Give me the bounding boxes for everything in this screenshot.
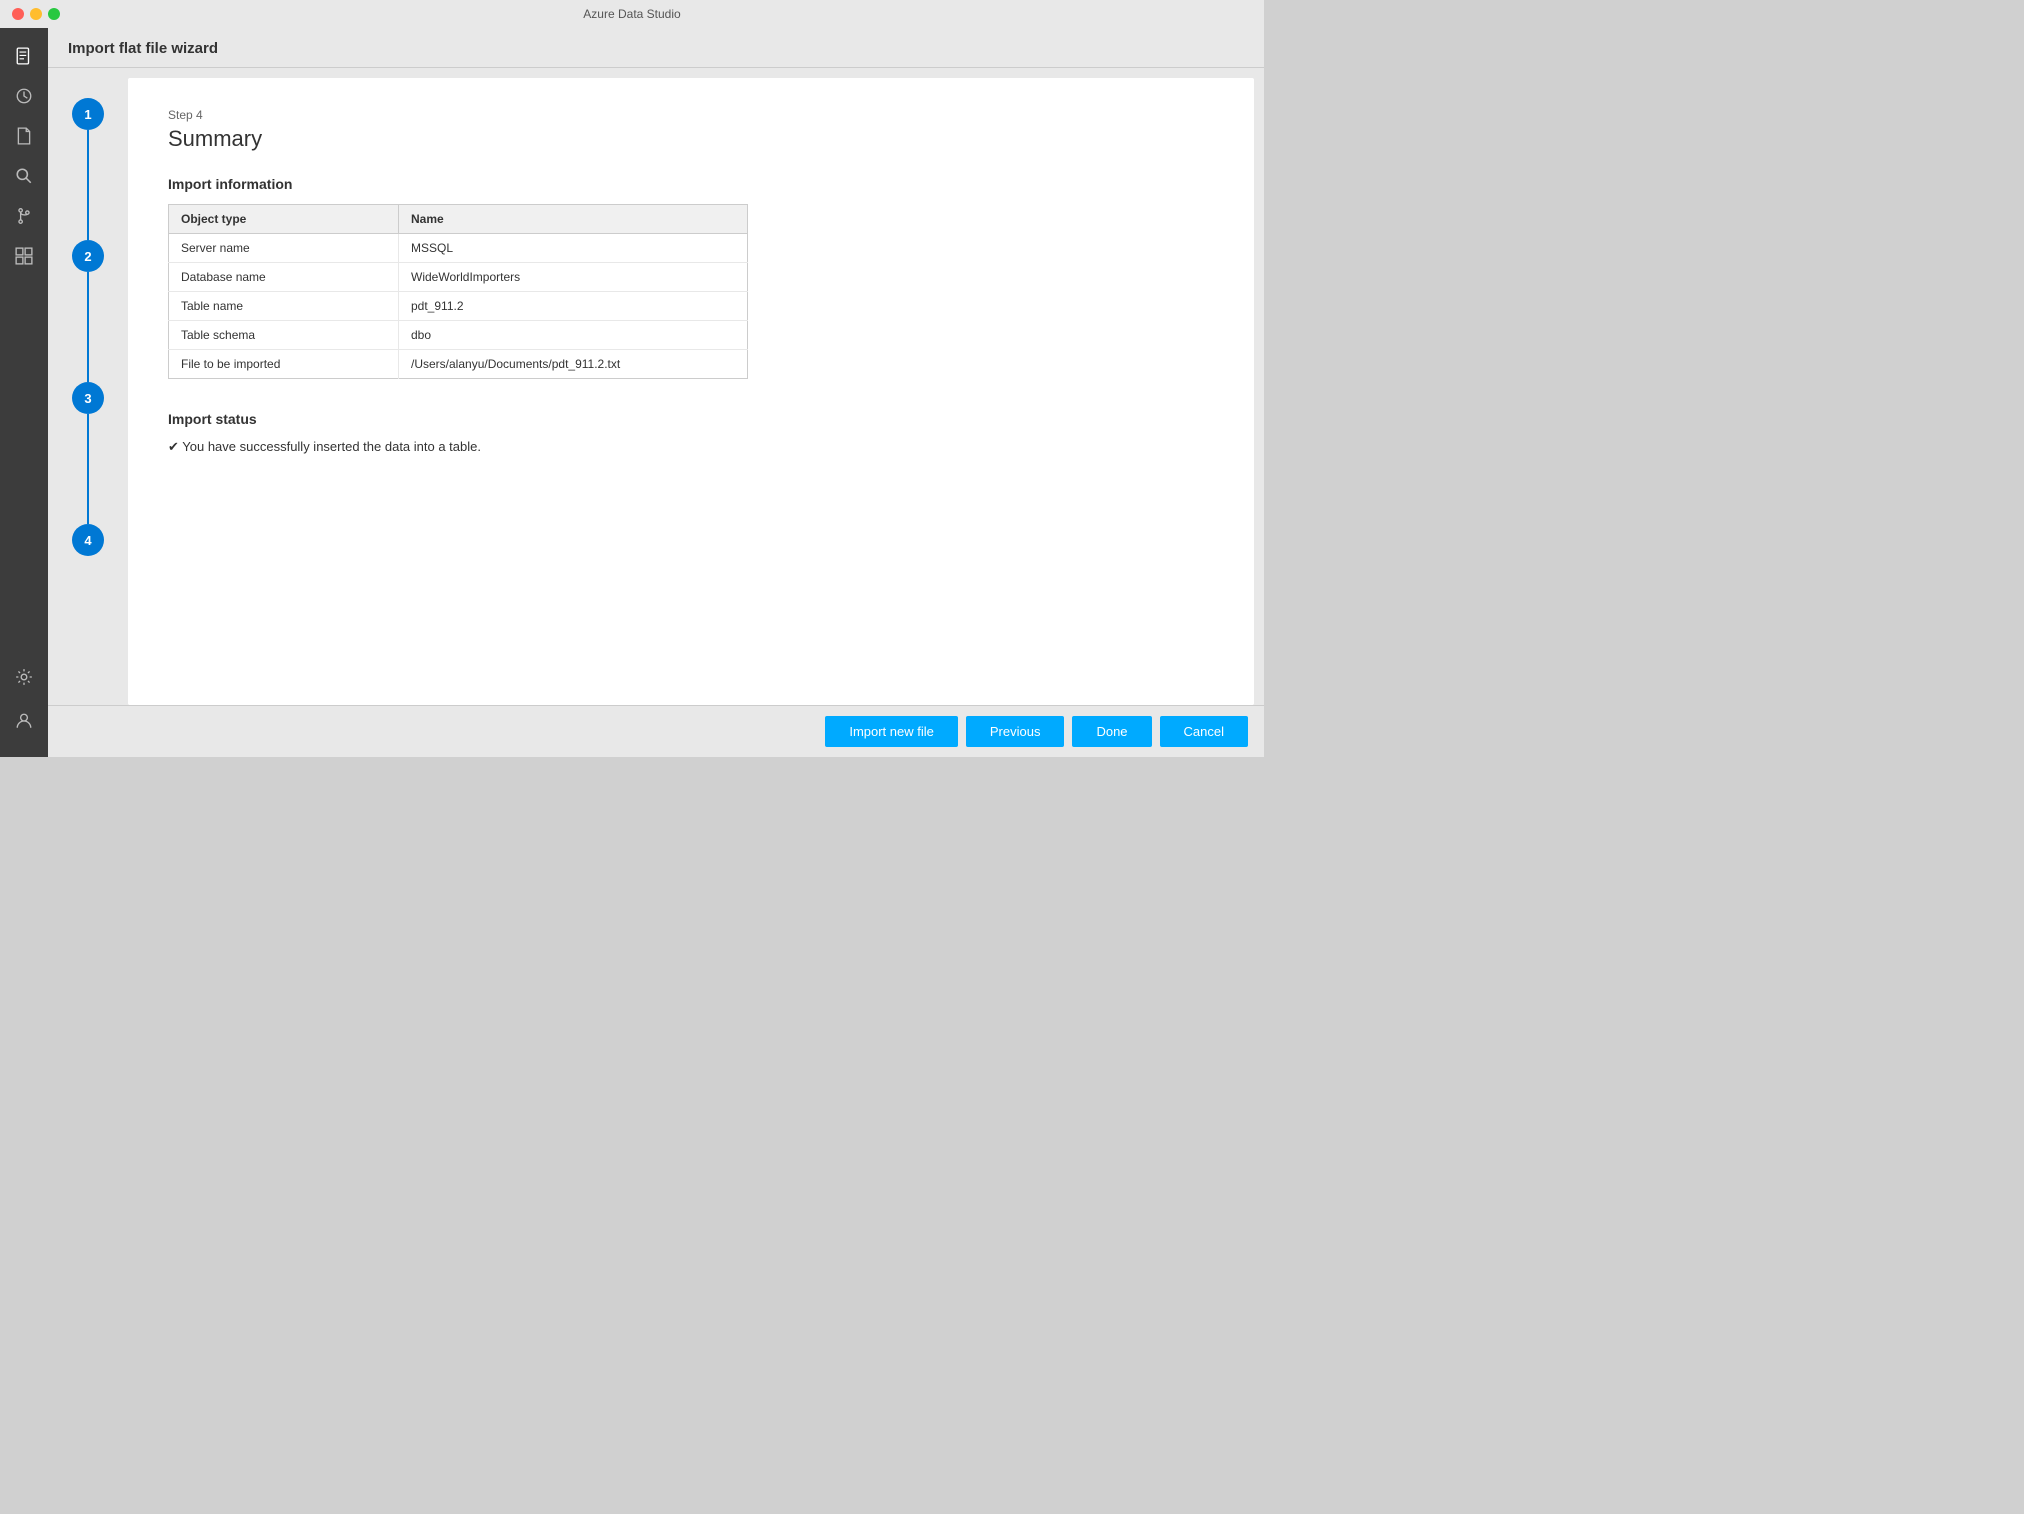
window-controls — [12, 8, 60, 20]
main-area: Import flat file wizard 1 2 3 4 — [48, 28, 1264, 757]
row-label-schema: Table schema — [169, 321, 399, 350]
row-label-table: Table name — [169, 292, 399, 321]
row-label-file: File to be imported — [169, 350, 399, 379]
minimize-button[interactable] — [30, 8, 42, 20]
titlebar: Azure Data Studio — [0, 0, 1264, 28]
row-value-file: /Users/alanyu/Documents/pdt_911.2.txt — [399, 350, 748, 379]
app-body: Import flat file wizard 1 2 3 4 — [0, 28, 1264, 757]
import-info-table: Object type Name Server name MSSQL Datab… — [168, 204, 748, 379]
row-label-server: Server name — [169, 234, 399, 263]
import-info-title: Import information — [168, 176, 1214, 192]
import-status-message: ✔ You have successfully inserted the dat… — [168, 439, 1214, 455]
table-row: Table schema dbo — [169, 321, 748, 350]
app-title: Azure Data Studio — [583, 7, 680, 21]
footer: Import new file Previous Done Cancel — [48, 705, 1264, 757]
row-label-database: Database name — [169, 263, 399, 292]
sidebar-icon-extensions[interactable] — [6, 238, 42, 274]
sidebar-icon-history[interactable] — [6, 78, 42, 114]
step-label: Step 4 — [168, 108, 1214, 122]
content-split: 1 2 3 4 Step 4 Summary Impo — [48, 68, 1264, 705]
step-2: 2 — [72, 240, 104, 382]
maximize-button[interactable] — [48, 8, 60, 20]
step-1: 1 — [72, 98, 104, 240]
step-4-circle: 4 — [72, 524, 104, 556]
row-value-table: pdt_911.2 — [399, 292, 748, 321]
stepper-sidebar: 1 2 3 4 — [48, 68, 128, 705]
col-header-object-type: Object type — [169, 205, 399, 234]
wizard-content: Step 4 Summary Import information Object… — [128, 78, 1254, 705]
sidebar — [0, 28, 48, 757]
sidebar-icon-git[interactable] — [6, 198, 42, 234]
sidebar-icon-document[interactable] — [6, 118, 42, 154]
table-row: Database name WideWorldImporters — [169, 263, 748, 292]
close-button[interactable] — [12, 8, 24, 20]
step-line-3 — [87, 414, 89, 524]
table-row: Table name pdt_911.2 — [169, 292, 748, 321]
step-line-2 — [87, 272, 89, 382]
step-4: 4 — [72, 524, 104, 556]
cancel-button[interactable]: Cancel — [1160, 716, 1248, 747]
sidebar-icon-search[interactable] — [6, 158, 42, 194]
step-2-circle: 2 — [72, 240, 104, 272]
step-1-circle: 1 — [72, 98, 104, 130]
section-title: Summary — [168, 126, 1214, 152]
sidebar-bottom — [6, 657, 42, 749]
table-row: Server name MSSQL — [169, 234, 748, 263]
row-value-database: WideWorldImporters — [399, 263, 748, 292]
step-line-1 — [87, 130, 89, 240]
done-button[interactable]: Done — [1072, 716, 1151, 747]
page-header: Import flat file wizard — [48, 28, 1264, 68]
row-value-server: MSSQL — [399, 234, 748, 263]
step-3-circle: 3 — [72, 382, 104, 414]
import-new-file-button[interactable]: Import new file — [825, 716, 958, 747]
step-3: 3 — [72, 382, 104, 524]
page-title: Import flat file wizard — [68, 40, 218, 57]
previous-button[interactable]: Previous — [966, 716, 1065, 747]
sidebar-icon-account[interactable] — [6, 703, 42, 739]
col-header-name: Name — [399, 205, 748, 234]
table-row: File to be imported /Users/alanyu/Docume… — [169, 350, 748, 379]
sidebar-icon-settings[interactable] — [6, 659, 42, 695]
sidebar-icon-files[interactable] — [6, 38, 42, 74]
import-status-title: Import status — [168, 411, 1214, 427]
row-value-schema: dbo — [399, 321, 748, 350]
